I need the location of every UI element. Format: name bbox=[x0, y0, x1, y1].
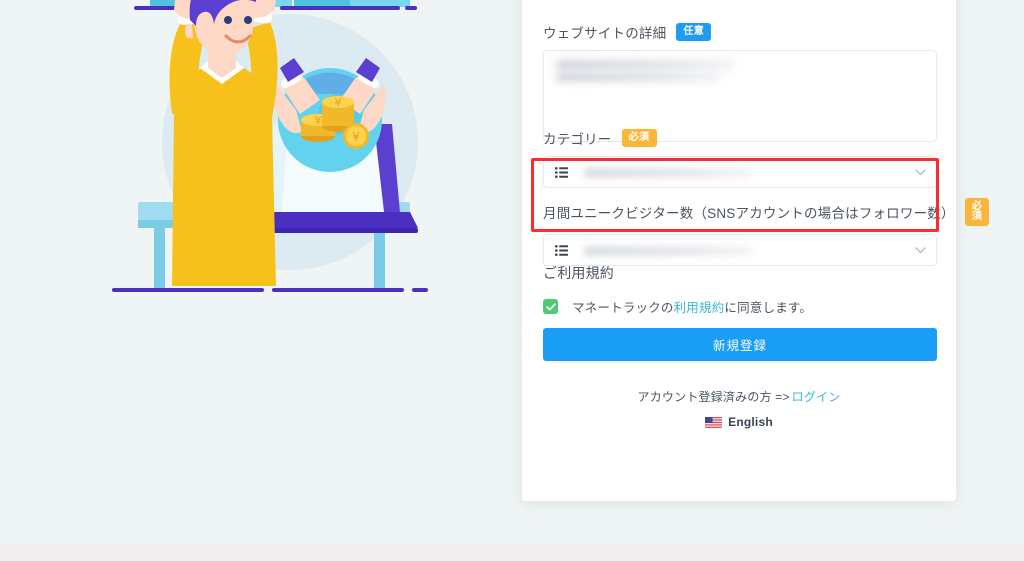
list-icon bbox=[544, 166, 578, 178]
terms-heading: ご利用規約 bbox=[543, 265, 614, 281]
login-prompt-text: アカウント登録済みの方 => bbox=[637, 390, 790, 404]
category-select[interactable] bbox=[543, 156, 937, 188]
category-label-row: カテゴリー 必須 bbox=[543, 128, 937, 148]
terms-text-after: に同意します。 bbox=[724, 301, 813, 315]
terms-checkbox[interactable] bbox=[543, 299, 558, 314]
monthly-visitors-field-group: 月間ユニークビジター数（SNSアカウントの場合はフォロワー数） 必須 bbox=[543, 198, 990, 266]
chevron-down-icon[interactable] bbox=[904, 168, 936, 176]
monthly-visitors-select[interactable] bbox=[543, 234, 937, 266]
terms-of-use-link[interactable]: 利用規約 bbox=[674, 301, 725, 315]
monthly-visitors-selected-value bbox=[578, 235, 904, 265]
svg-text:¥: ¥ bbox=[335, 96, 342, 109]
list-icon bbox=[544, 244, 578, 256]
terms-agreement-row: マネートラックの利用規約に同意します。 bbox=[543, 297, 937, 316]
monthly-visitors-label-row: 月間ユニークビジター数（SNSアカウントの場合はフォロワー数） 必須 bbox=[543, 198, 990, 226]
required-badge: 必須 bbox=[621, 129, 657, 147]
website-detail-label: ウェブサイトの詳細 bbox=[543, 26, 667, 41]
redacted-value bbox=[584, 246, 752, 256]
category-label: カテゴリー bbox=[543, 132, 612, 147]
required-badge: 必須 bbox=[964, 198, 990, 226]
website-detail-field-group: ウェブサイトの詳細 任意 bbox=[543, 22, 937, 142]
redacted-text-line bbox=[556, 72, 720, 82]
chevron-down-icon[interactable] bbox=[904, 246, 936, 254]
celebrating-man-with-laptop-and-coins-illustration: ¥ ¥ ¥ bbox=[112, 0, 452, 336]
website-detail-label-row: ウェブサイトの詳細 任意 bbox=[543, 22, 937, 42]
signup-button[interactable]: 新規登録 bbox=[543, 328, 937, 361]
submit-section: 新規登録 bbox=[543, 328, 937, 361]
category-field-group: カテゴリー 必須 bbox=[543, 128, 937, 188]
login-link[interactable]: ログイン bbox=[792, 390, 841, 404]
redacted-value bbox=[584, 168, 752, 178]
redacted-text-line bbox=[556, 60, 734, 70]
terms-text-before: マネートラックの bbox=[572, 301, 674, 315]
signup-page: ¥ ¥ ¥ ウェブサイトの詳細 任意 カテゴリー 必須 月間ユニークビジター数（… bbox=[0, 0, 1024, 561]
language-switcher[interactable]: English bbox=[522, 415, 956, 429]
page-bottom-strip bbox=[0, 544, 1024, 561]
svg-text:¥: ¥ bbox=[315, 114, 322, 127]
monthly-visitors-label: 月間ユニークビジター数（SNSアカウントの場合はフォロワー数） bbox=[543, 206, 955, 221]
signup-form-card: ウェブサイトの詳細 任意 カテゴリー 必須 月間ユニークビジター数（SNSアカウ… bbox=[522, 0, 990, 501]
svg-text:¥: ¥ bbox=[352, 130, 360, 144]
language-label: English bbox=[728, 415, 773, 429]
terms-section: ご利用規約 マネートラックの利用規約に同意します。 bbox=[543, 263, 937, 316]
us-flag-icon bbox=[705, 416, 723, 428]
login-prompt-row: アカウント登録済みの方 => ログイン bbox=[522, 388, 956, 405]
optional-badge: 任意 bbox=[676, 23, 712, 41]
terms-agreement-text: マネートラックの利用規約に同意します。 bbox=[572, 297, 812, 316]
category-selected-value bbox=[578, 157, 904, 187]
